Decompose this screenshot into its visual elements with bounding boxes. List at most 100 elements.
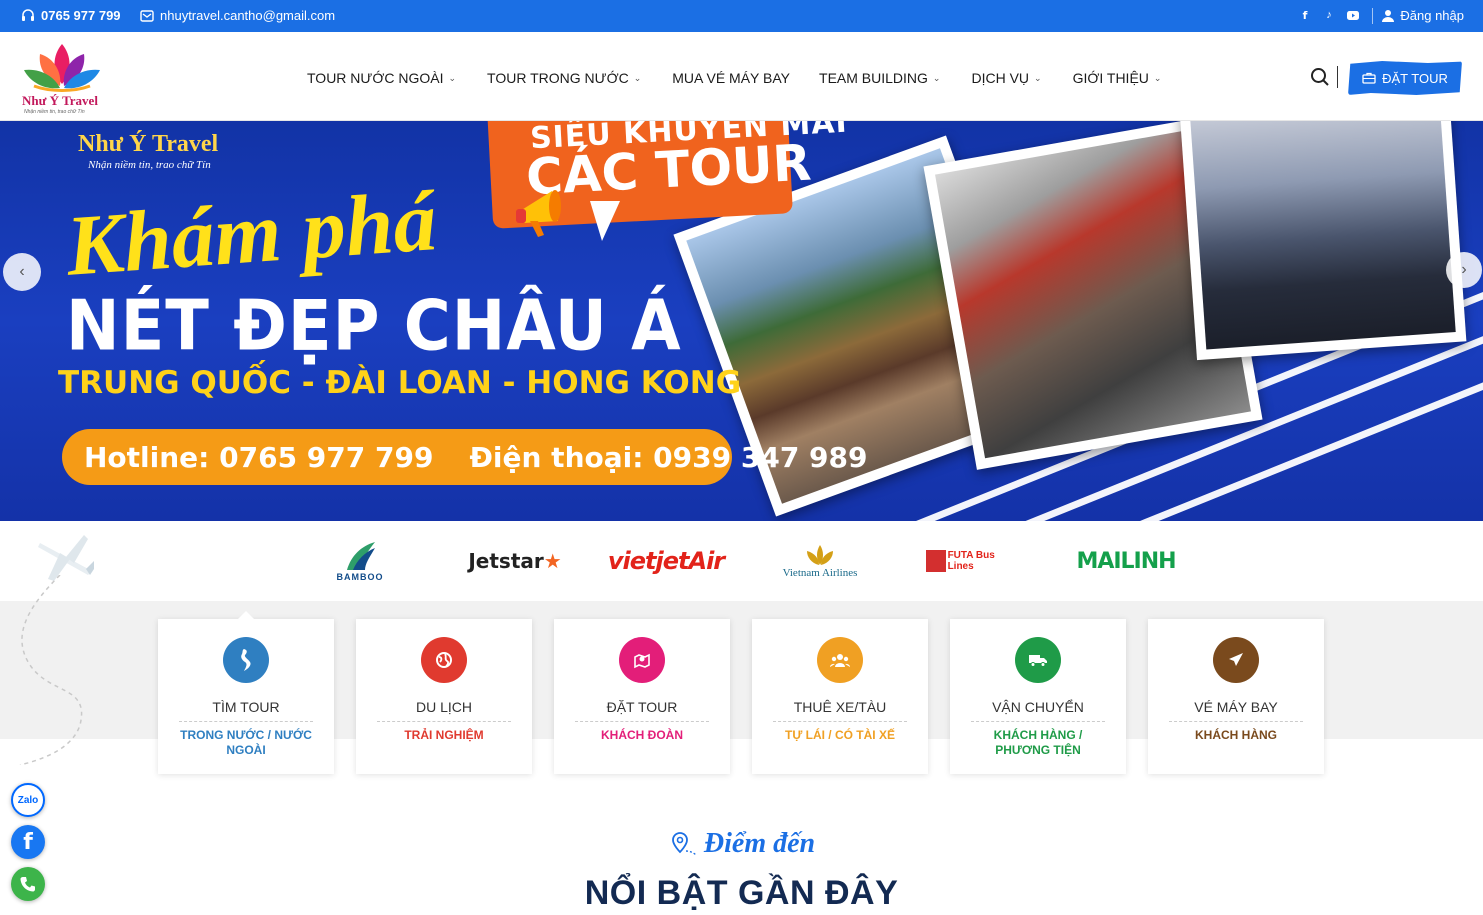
service-title: VÉ MÁY BAY	[1169, 699, 1303, 722]
chevron-down-icon: ⌄	[448, 72, 457, 83]
login-link[interactable]: Đăng nhập	[1382, 8, 1464, 23]
nav-gioi-thieu[interactable]: GIỚI THIỆU ⌄	[1073, 70, 1162, 86]
facebook-icon[interactable]: f	[1299, 8, 1311, 22]
nav-label: GIỚI THIỆU	[1072, 70, 1149, 86]
youtube-icon[interactable]	[1347, 8, 1359, 22]
banner-hotline: Hotline: 0765 977 799	[84, 440, 434, 474]
megaphone-icon	[516, 190, 561, 237]
lotus-logo-icon	[24, 44, 100, 92]
chevron-down-icon: ⌄	[633, 72, 642, 83]
zalo-chat-button[interactable]: Zalo	[11, 783, 45, 817]
service-subtitle: KHÁCH ĐOÀN	[601, 728, 683, 742]
service-subtitle: TỰ LÁI / CÓ TÀI XẾ	[785, 728, 895, 742]
nav-label: TOUR TRONG NƯỚC	[487, 70, 629, 86]
card-notch	[238, 611, 254, 619]
nav-dich-vu[interactable]: DỊCH VỤ ⌄	[971, 70, 1041, 86]
topbar-phone-text: 0765 977 799	[41, 8, 121, 23]
slider-next-button[interactable]: ›	[1446, 252, 1482, 288]
service-card-dat-tour[interactable]: ĐẶT TOUR KHÁCH ĐOÀN	[554, 619, 730, 774]
service-card-thue-xe[interactable]: THUÊ XE/TÀU TỰ LÁI / CÓ TÀI XẾ	[752, 619, 928, 774]
main-nav: TOUR NƯỚC NGOÀI ⌄ TOUR TRONG NƯỚC ⌄ MUA VÉ…	[307, 70, 1161, 86]
banner-contact-bar: Hotline: 0765 977 799 Điện thoại: 0939 3…	[62, 429, 868, 485]
logo-name: Như Ý Travel	[22, 93, 98, 108]
chevron-down-icon: ⌄	[932, 72, 941, 83]
logo-slogan: Nhận niềm tin, trao chữ Tín	[24, 109, 85, 115]
partner-vietjet[interactable]: vietjetAir	[608, 535, 725, 587]
vietnam-map-icon	[223, 637, 269, 683]
lotus-icon	[807, 545, 833, 565]
bamboo-text: BAMBOO	[336, 572, 384, 582]
social-links: f ♪	[1299, 8, 1359, 22]
briefcase-icon	[1362, 72, 1376, 84]
search-icon	[1311, 68, 1329, 86]
partner-jetstar[interactable]: Jetstar★	[468, 535, 562, 587]
envelope-icon	[140, 10, 154, 22]
dashed-path-decoration	[19, 575, 83, 765]
partner-bamboo-airways[interactable]: BAMBOO	[330, 535, 390, 587]
login-label: Đăng nhập	[1400, 8, 1464, 23]
partner-futa-bus[interactable]: FUTA Bus Lines	[926, 535, 1022, 587]
service-title: VẬN CHUYỂN	[971, 699, 1105, 722]
service-title: ĐẶT TOUR	[575, 699, 709, 722]
service-card-ve-may-bay[interactable]: VÉ MÁY BAY KHÁCH HÀNG	[1148, 619, 1324, 774]
nav-label: TEAM BUILDING	[819, 70, 928, 86]
hero-banner[interactable]: Như Ý Travel Nhận niềm tin, trao chữ Tín…	[0, 121, 1483, 521]
site-logo[interactable]: Như Ý Travel Nhận niềm tin, trao chữ Tín	[20, 40, 104, 116]
section-title: NỔI BẬT GẦN ĐÂY	[584, 874, 899, 912]
futa-text: FUTA Bus Lines	[947, 550, 995, 572]
nav-mua-ve-may-bay[interactable]: MUA VÉ MÁY BAY	[672, 70, 790, 86]
star-icon: ★	[543, 549, 562, 573]
vietjet-text: vietjetAir	[607, 547, 725, 575]
service-subtitle: TRẢI NGHIỆM	[404, 728, 484, 742]
group-icon	[817, 637, 863, 683]
map-pin-icon	[619, 637, 665, 683]
service-cards: TÌM TOUR TRONG NƯỚC / NƯỚC NGOÀI DU LỊCH…	[158, 611, 1324, 774]
mailinh-text: MAILINH	[1076, 548, 1176, 574]
service-title: THUÊ XE/TÀU	[773, 699, 907, 722]
topbar-email[interactable]: nhuytravel.cantho@gmail.com	[140, 8, 335, 23]
service-card-du-lich[interactable]: DU LỊCH TRẢI NGHIỆM	[356, 619, 532, 774]
nav-team-building[interactable]: TEAM BUILDING ⌄	[819, 70, 940, 86]
chevron-down-icon: ⌄	[1153, 72, 1162, 83]
location-pin-icon	[671, 832, 697, 856]
jetstar-text: Jetstar★	[468, 549, 562, 573]
search-button[interactable]	[1310, 67, 1330, 87]
top-bar: 0765 977 799 nhuytravel.cantho@gmail.com…	[0, 0, 1483, 32]
banner-phone: Điện thoại: 0939 347 989	[469, 440, 868, 474]
chevron-down-icon: ⌄	[1034, 72, 1042, 83]
banner-slogan: Nhận niềm tin, trao chữ Tín	[88, 159, 211, 171]
chevron-right-icon: ›	[1461, 261, 1467, 278]
service-card-van-chuyen[interactable]: VẬN CHUYỂN KHÁCH HÀNG / PHƯƠNG TIỆN	[950, 619, 1126, 774]
banner-destinations: TRUNG QUỐC - ĐÀI LOAN - HONG KONG	[58, 365, 742, 401]
futa-logo-icon	[926, 550, 946, 572]
zalo-icon: Zalo	[17, 794, 39, 806]
topbar-email-text: nhuytravel.cantho@gmail.com	[160, 8, 336, 23]
topbar-divider	[1372, 8, 1373, 24]
topbar-phone[interactable]: 0765 977 799	[21, 8, 121, 23]
service-subtitle: KHÁCH HÀNG	[1195, 728, 1277, 742]
service-subtitle: TRONG NƯỚC / NƯỚC NGOÀI	[180, 728, 312, 757]
slider-prev-button[interactable]: ‹	[3, 253, 41, 291]
globe-icon	[421, 637, 467, 683]
section-kicker-text: Điểm đến	[703, 828, 816, 859]
service-title: DU LỊCH	[377, 699, 511, 722]
partner-vietnam-airlines[interactable]: Vietnam Airlines	[772, 535, 868, 587]
service-card-tim-tour[interactable]: TÌM TOUR TRONG NƯỚC / NƯỚC NGOÀI	[158, 611, 334, 774]
bamboo-logo-icon	[347, 542, 375, 570]
nav-label: MUA VÉ MÁY BAY	[672, 70, 791, 86]
nav-tour-trong-nuoc[interactable]: TOUR TRONG NƯỚC ⌄	[487, 70, 641, 86]
service-title: TÌM TOUR	[179, 699, 313, 722]
service-subtitle: KHÁCH HÀNG / PHƯƠNG TIỆN	[993, 728, 1083, 757]
tiktok-icon[interactable]: ♪	[1323, 8, 1335, 22]
nav-tour-nuoc-ngoai[interactable]: TOUR NƯỚC NGOÀI ⌄	[307, 70, 456, 86]
banner-brand: Như Ý Travel	[78, 131, 219, 157]
banner-title-script: Khám phá	[63, 172, 440, 294]
header-divider	[1337, 66, 1338, 88]
partner-mai-linh[interactable]: MAILINH	[1076, 535, 1176, 587]
book-tour-button[interactable]: ĐẶT TOUR	[1348, 61, 1462, 95]
airplane-icon	[1213, 637, 1259, 683]
chevron-left-icon: ‹	[19, 263, 25, 280]
user-icon	[1382, 10, 1395, 22]
section-kicker: Điểm đến	[0, 828, 1483, 860]
nav-label: TOUR NƯỚC NGOÀI	[307, 70, 444, 86]
